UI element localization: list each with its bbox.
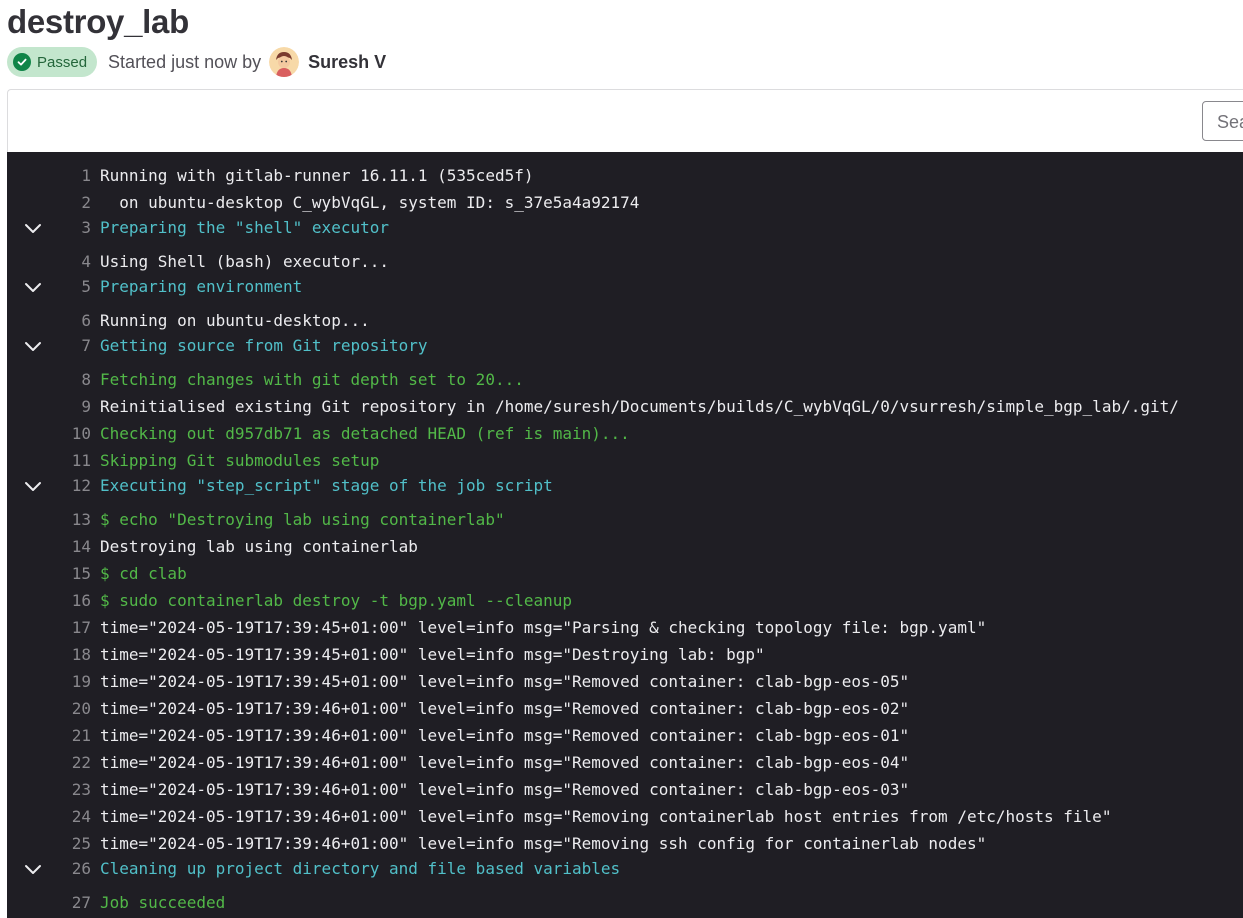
log-line-text: Running with gitlab-runner 16.11.1 (535c…	[100, 166, 534, 185]
chevron-down-icon[interactable]	[23, 478, 43, 494]
log-line-number[interactable]: 20	[51, 695, 91, 722]
log-line: 15 $ cd clab	[7, 560, 1243, 587]
log-line-text: $ echo "Destroying lab using containerla…	[100, 510, 505, 529]
log-line-text: on ubuntu-desktop C_wybVqGL, system ID: …	[100, 193, 640, 212]
log-line-text: time="2024-05-19T17:39:46+01:00" level=i…	[100, 726, 910, 745]
log-line-text: Using Shell (bash) executor...	[100, 252, 389, 271]
log-line-number[interactable]: 19	[51, 668, 91, 695]
log-line: 25 time="2024-05-19T17:39:46+01:00" level…	[7, 830, 1243, 857]
log-line-number[interactable]: 8	[51, 366, 91, 393]
log-line-text: Preparing the "shell" executor	[100, 218, 389, 237]
started-text: Started just now by	[108, 51, 262, 72]
log-line: 14 Destroying lab using containerlab	[7, 533, 1243, 560]
chevron-down-icon[interactable]	[23, 220, 43, 236]
log-line-text: Getting source from Git repository	[100, 336, 428, 355]
log-line-text: Destroying lab using containerlab	[100, 537, 418, 556]
log-line-number[interactable]: 12	[51, 474, 91, 498]
log-section-header[interactable]: 26 Cleaning up project directory and file…	[7, 857, 1243, 889]
log-line-number[interactable]: 2	[51, 189, 91, 216]
log-line-text: Running on ubuntu-desktop...	[100, 311, 370, 330]
author-name[interactable]: Suresh V	[308, 52, 386, 73]
search-input[interactable]: Sea	[1202, 101, 1243, 141]
chevron-down-icon[interactable]	[23, 279, 43, 295]
log-line: 18 time="2024-05-19T17:39:45+01:00" level…	[7, 641, 1243, 668]
log-line-text: time="2024-05-19T17:39:46+01:00" level=i…	[100, 753, 910, 772]
log-line-text: Cleaning up project directory and file b…	[100, 859, 621, 878]
log-line-text: time="2024-05-19T17:39:46+01:00" level=i…	[100, 807, 1112, 826]
log-line-text: time="2024-05-19T17:39:46+01:00" level=i…	[100, 834, 987, 853]
job-title: destroy_lab	[7, 3, 189, 40]
chevron-down-icon[interactable]	[23, 861, 43, 877]
log-line-number[interactable]: 15	[51, 560, 91, 587]
log-line-number[interactable]: 26	[51, 857, 91, 881]
log-line-text: Reinitialised existing Git repository in…	[100, 397, 1179, 416]
log-line-text: time="2024-05-19T17:39:45+01:00" level=i…	[100, 672, 910, 691]
log-line: 11 Skipping Git submodules setup	[7, 447, 1243, 474]
job-log: 1 Running with gitlab-runner 16.11.1 (535…	[7, 152, 1243, 918]
log-line: 17 time="2024-05-19T17:39:45+01:00" level…	[7, 614, 1243, 641]
log-line-text: time="2024-05-19T17:39:46+01:00" level=i…	[100, 699, 910, 718]
log-line-text: time="2024-05-19T17:39:45+01:00" level=i…	[100, 645, 765, 664]
log-line-text: $ cd clab	[100, 564, 187, 583]
log-line-text: time="2024-05-19T17:39:45+01:00" level=i…	[100, 618, 987, 637]
log-line: 19 time="2024-05-19T17:39:45+01:00" level…	[7, 668, 1243, 695]
log-section-header[interactable]: 5 Preparing environment	[7, 275, 1243, 307]
log-line-text: Checking out d957db71 as detached HEAD (…	[100, 424, 630, 443]
job-meta: Passed Started just now by Suresh V	[7, 47, 386, 77]
status-label: Passed	[37, 53, 88, 71]
log-line-text: Preparing environment	[100, 277, 303, 296]
log-line-number[interactable]: 3	[51, 216, 91, 240]
log-line: 24 time="2024-05-19T17:39:46+01:00" level…	[7, 803, 1243, 830]
log-line: 20 time="2024-05-19T17:39:46+01:00" level…	[7, 695, 1243, 722]
log-line-text: Job succeeded	[100, 893, 226, 912]
log-line-number[interactable]: 13	[51, 506, 91, 533]
log-line-text: Skipping Git submodules setup	[100, 451, 380, 470]
chevron-down-icon[interactable]	[23, 338, 43, 354]
log-line-number[interactable]: 5	[51, 275, 91, 299]
log-line-number[interactable]: 21	[51, 722, 91, 749]
log-line-text: $ sudo containerlab destroy -t bgp.yaml …	[100, 591, 573, 610]
log-section-header[interactable]: 7 Getting source from Git repository	[7, 334, 1243, 366]
log-line: 6 Running on ubuntu-desktop...	[7, 307, 1243, 334]
log-line: 2 on ubuntu-desktop C_wybVqGL, system ID…	[7, 189, 1243, 216]
log-line-number[interactable]: 17	[51, 614, 91, 641]
log-line: 16 $ sudo containerlab destroy -t bgp.yam…	[7, 587, 1243, 614]
log-line-number[interactable]: 25	[51, 830, 91, 857]
log-line: 4 Using Shell (bash) executor...	[7, 248, 1243, 275]
log-line-number[interactable]: 4	[51, 248, 91, 275]
log-line-text: Fetching changes with git depth set to 2…	[100, 370, 524, 389]
log-line: 23 time="2024-05-19T17:39:46+01:00" level…	[7, 776, 1243, 803]
log-line: 27 Job succeeded	[7, 889, 1243, 916]
log-line-number[interactable]: 16	[51, 587, 91, 614]
log-line-text: time="2024-05-19T17:39:46+01:00" level=i…	[100, 780, 910, 799]
log-line-number[interactable]: 27	[51, 889, 91, 916]
log-line: 10 Checking out d957db71 as detached HEAD…	[7, 420, 1243, 447]
log-line: 1 Running with gitlab-runner 16.11.1 (535…	[7, 162, 1243, 189]
log-line: 21 time="2024-05-19T17:39:46+01:00" level…	[7, 722, 1243, 749]
log-line-number[interactable]: 22	[51, 749, 91, 776]
log-line-number[interactable]: 1	[51, 162, 91, 189]
log-line-number[interactable]: 23	[51, 776, 91, 803]
log-line-number[interactable]: 7	[51, 334, 91, 358]
log-line-number[interactable]: 6	[51, 307, 91, 334]
log-line-number[interactable]: 14	[51, 533, 91, 560]
log-line-number[interactable]: 24	[51, 803, 91, 830]
log-section-header[interactable]: 12 Executing "step_script" stage of the j…	[7, 474, 1243, 506]
log-toolbar: Sea	[7, 89, 1243, 152]
log-line-number[interactable]: 9	[51, 393, 91, 420]
log-line: 22 time="2024-05-19T17:39:46+01:00" level…	[7, 749, 1243, 776]
log-line-number[interactable]: 11	[51, 447, 91, 474]
avatar[interactable]	[269, 47, 300, 77]
status-badge[interactable]: Passed	[7, 47, 98, 77]
check-circle-icon	[13, 53, 31, 71]
log-line: 8 Fetching changes with git depth set to …	[7, 366, 1243, 393]
log-line-number[interactable]: 10	[51, 420, 91, 447]
log-line-text: Executing "step_script" stage of the job…	[100, 476, 553, 495]
log-section-header[interactable]: 3 Preparing the "shell" executor	[7, 216, 1243, 248]
log-line: 13 $ echo "Destroying lab using container…	[7, 506, 1243, 533]
log-line: 9 Reinitialised existing Git repository i…	[7, 393, 1243, 420]
log-line-number[interactable]: 18	[51, 641, 91, 668]
